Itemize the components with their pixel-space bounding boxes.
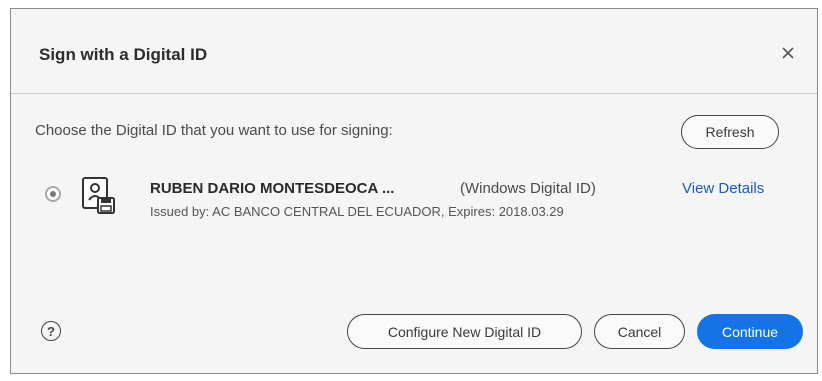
help-icon[interactable]: ? (41, 321, 61, 341)
close-icon[interactable] (777, 42, 799, 64)
dialog-title: Sign with a Digital ID (39, 45, 208, 64)
digital-id-type: (Windows Digital ID) (460, 180, 596, 197)
digital-id-list-item[interactable]: RUBEN DARIO MONTESDEOCA ... (Windows Dig… (11, 169, 817, 229)
configure-new-digital-id-button[interactable]: Configure New Digital ID (347, 314, 582, 349)
continue-button[interactable]: Continue (697, 314, 803, 349)
digital-id-radio[interactable] (45, 186, 61, 202)
choose-id-prompt: Choose the Digital ID that you want to u… (35, 122, 393, 139)
refresh-button[interactable]: Refresh (681, 115, 779, 149)
dialog-header: Sign with a Digital ID (11, 9, 817, 94)
cancel-button[interactable]: Cancel (594, 314, 685, 349)
digital-id-name: RUBEN DARIO MONTESDEOCA ... (150, 180, 395, 197)
digital-id-issuer: Issued by: AC BANCO CENTRAL DEL ECUADOR,… (150, 204, 564, 219)
digital-id-card-icon (81, 176, 117, 216)
sign-digital-id-dialog: Sign with a Digital ID Choose the Digita… (10, 8, 818, 374)
view-details-link[interactable]: View Details (682, 180, 764, 197)
